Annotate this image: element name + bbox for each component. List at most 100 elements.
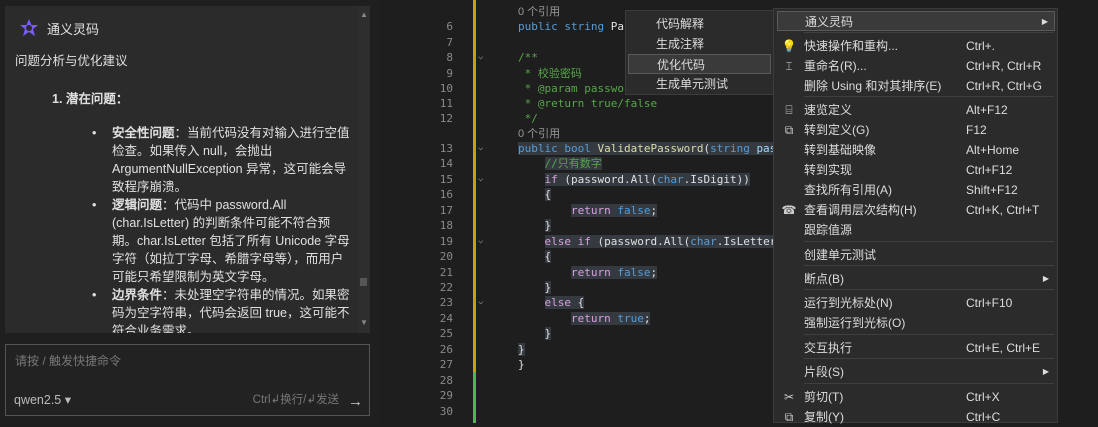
line-number: 15 (439, 173, 453, 186)
context-menu: 通义灵码 ▶ 💡 快速操作和重构... Ctrl+. ⌶ 重命名(R)... Ctrl+R, … (773, 8, 1058, 424)
menu-item[interactable]: ⌸ 速览定义 Alt+F12 (777, 100, 1055, 120)
menu-item[interactable]: 💡 快速操作和重构... Ctrl+. (777, 36, 1055, 56)
code-token: * @return true/false (518, 97, 658, 110)
code-line: return false; (518, 203, 658, 218)
submenu-arrow-icon: ▶ (1042, 367, 1049, 376)
bullet-label: 逻辑问题 (112, 198, 163, 212)
submenu-item[interactable]: 代码解释 (628, 14, 771, 34)
chat-history: 通义灵码 问题分析与优化建议 1. 潜在问题： 安全性问题：当前代码没有对输入进… (5, 6, 370, 333)
menu-item-label: 断点(B) (804, 272, 844, 286)
code-line: 0 个引用 (518, 4, 560, 19)
line-number: 18 (439, 219, 453, 232)
line-number: 10 (439, 82, 453, 95)
code-token: } (544, 327, 552, 340)
menu-item-label: 转到定义(G) (804, 123, 870, 137)
code-line: public string Pass (518, 19, 637, 34)
fold-chevron-icon[interactable]: ⌵ (478, 143, 483, 153)
menu-item[interactable]: ⧉ 复制(Y) Ctrl+C (777, 407, 1055, 427)
menu-item-label: 片段(S) (804, 365, 844, 379)
fold-chevron-icon[interactable]: ⌵ (478, 297, 483, 307)
scrollbar-thumb[interactable] (360, 278, 367, 286)
menu-item[interactable]: ☎ 查看调用层次结构(H) Ctrl+K, Ctrl+T (777, 200, 1055, 220)
ai-chat-panel: 通义灵码 问题分析与优化建议 1. 潜在问题： 安全性问题：当前代码没有对输入进… (0, 0, 380, 423)
code-token: } (518, 343, 525, 356)
menu-item-label: 查找所有引用(A) (804, 183, 892, 197)
menu-separator (804, 96, 1054, 97)
chat-input-placeholder: 请按 / 触发快捷命令 (15, 354, 122, 368)
menu-item[interactable]: 交互执行 Ctrl+E, Ctrl+E (777, 338, 1055, 358)
list-item: 逻辑问题：代码中 password.All (char.IsLetter) 的判… (92, 196, 352, 286)
submenu-item[interactable]: 生成注释 (628, 34, 771, 54)
menu-item[interactable]: 转到基础映像 Alt+Home (777, 140, 1055, 160)
scroll-down-icon[interactable]: ▼ (360, 318, 368, 327)
code-token: 0 个引用 (518, 128, 561, 140)
menu-item[interactable]: 通义灵码 ▶ (777, 11, 1055, 31)
code-token: string (710, 142, 757, 155)
code-token: } (544, 281, 552, 294)
menu-item[interactable]: 断点(B) ▶ (777, 269, 1055, 289)
line-number: 25 (439, 327, 453, 340)
menu-item[interactable]: 强制运行到光标(O) (777, 313, 1055, 333)
menu-separator (804, 241, 1054, 242)
code-line: * @param password (518, 81, 638, 96)
menu-icon: 💡 (781, 39, 797, 53)
model-selector[interactable]: qwen2.5 ▾ (14, 392, 71, 407)
code-token: string (564, 20, 611, 33)
menu-item[interactable]: ⧉ 转到定义(G) F12 (777, 120, 1055, 140)
code-token: ; (650, 204, 658, 217)
send-icon[interactable]: → (348, 393, 363, 410)
submenu-arrow-icon: ▶ (1042, 274, 1049, 283)
code-line: public bool ValidatePassword(string pass… (518, 141, 797, 156)
code-line: { (518, 249, 552, 264)
line-number: 14 (439, 157, 453, 170)
line-number: 23 (439, 296, 453, 309)
menu-item[interactable]: ✂ 剪切(T) Ctrl+X (777, 387, 1055, 407)
menu-item-label: 删除 Using 和对其排序(E) (804, 79, 942, 93)
scroll-up-icon[interactable]: ▲ (360, 10, 368, 19)
code-token: return (570, 204, 618, 217)
code-token: false (617, 204, 651, 217)
line-number: 7 (446, 36, 453, 49)
menu-item[interactable]: 跟踪值源 (777, 220, 1055, 240)
menu-item[interactable]: 查找所有引用(A) Shift+F12 (777, 180, 1055, 200)
code-line: else { (518, 295, 585, 310)
menu-item[interactable]: 创建单元测试 (777, 245, 1055, 265)
line-number: 19 (439, 235, 453, 248)
answer-heading: 问题分析与优化建议 (15, 54, 128, 68)
code-line: 0 个引用 (518, 126, 560, 141)
menu-item-label: 运行到光标处(N) (804, 296, 893, 310)
chat-input[interactable]: 请按 / 触发快捷命令 qwen2.5 ▾ Ctrl↲换行/↲发送 → (5, 344, 370, 416)
fold-chevron-icon[interactable]: ⌵ (478, 236, 483, 246)
list-item: 边界条件：未处理空字符串的情况。如果密码为空字符串，代码会返回 true，这可能… (92, 286, 352, 333)
chat-title: 通义灵码 (47, 21, 100, 37)
menu-separator (804, 32, 1054, 33)
code-token: if (544, 173, 565, 186)
menu-item[interactable]: ⌶ 重命名(R)... Ctrl+R, Ctrl+R (777, 56, 1055, 76)
fold-chevron-icon[interactable]: ⌵ (478, 174, 483, 184)
code-line: else if (password.All(char.IsLetter)) (518, 234, 790, 249)
submenu-arrow-icon: ▶ (1041, 17, 1048, 26)
tongyi-submenu: 代码解释 生成注释 优化代码 生成单元测试 (625, 10, 774, 95)
menu-item[interactable]: 片段(S) ▶ (777, 362, 1055, 382)
menu-item[interactable]: 删除 Using 和对其排序(E) Ctrl+R, Ctrl+G (777, 76, 1055, 96)
menu-icon: ✂ (783, 390, 795, 404)
submenu-item[interactable]: 优化代码 (628, 54, 771, 74)
line-number: 9 (446, 67, 453, 80)
menu-item[interactable]: 转到实现 Ctrl+F12 (777, 160, 1055, 180)
line-number: 17 (439, 204, 453, 217)
menu-item-shortcut: F12 (966, 123, 987, 137)
menu-item-label: 跟踪值源 (804, 223, 853, 237)
code-token: * 校验密码 (518, 67, 582, 80)
send-hint: Ctrl↲换行/↲发送 (252, 394, 339, 406)
menu-item-label: 重命名(R)... (804, 59, 867, 73)
menu-separator (804, 289, 1054, 290)
menu-item[interactable]: 运行到光标处(N) Ctrl+F10 (777, 293, 1055, 313)
chat-scrollbar[interactable]: ▲ ▼ (358, 6, 370, 333)
line-number: 6 (446, 20, 453, 33)
submenu-item[interactable]: 生成单元测试 (628, 74, 771, 94)
code-token: */ (518, 112, 538, 125)
fold-chevron-icon[interactable]: ⌵ (478, 52, 483, 62)
code-token: * @param password (518, 82, 638, 95)
bullet-label: 边界条件 (112, 288, 163, 302)
